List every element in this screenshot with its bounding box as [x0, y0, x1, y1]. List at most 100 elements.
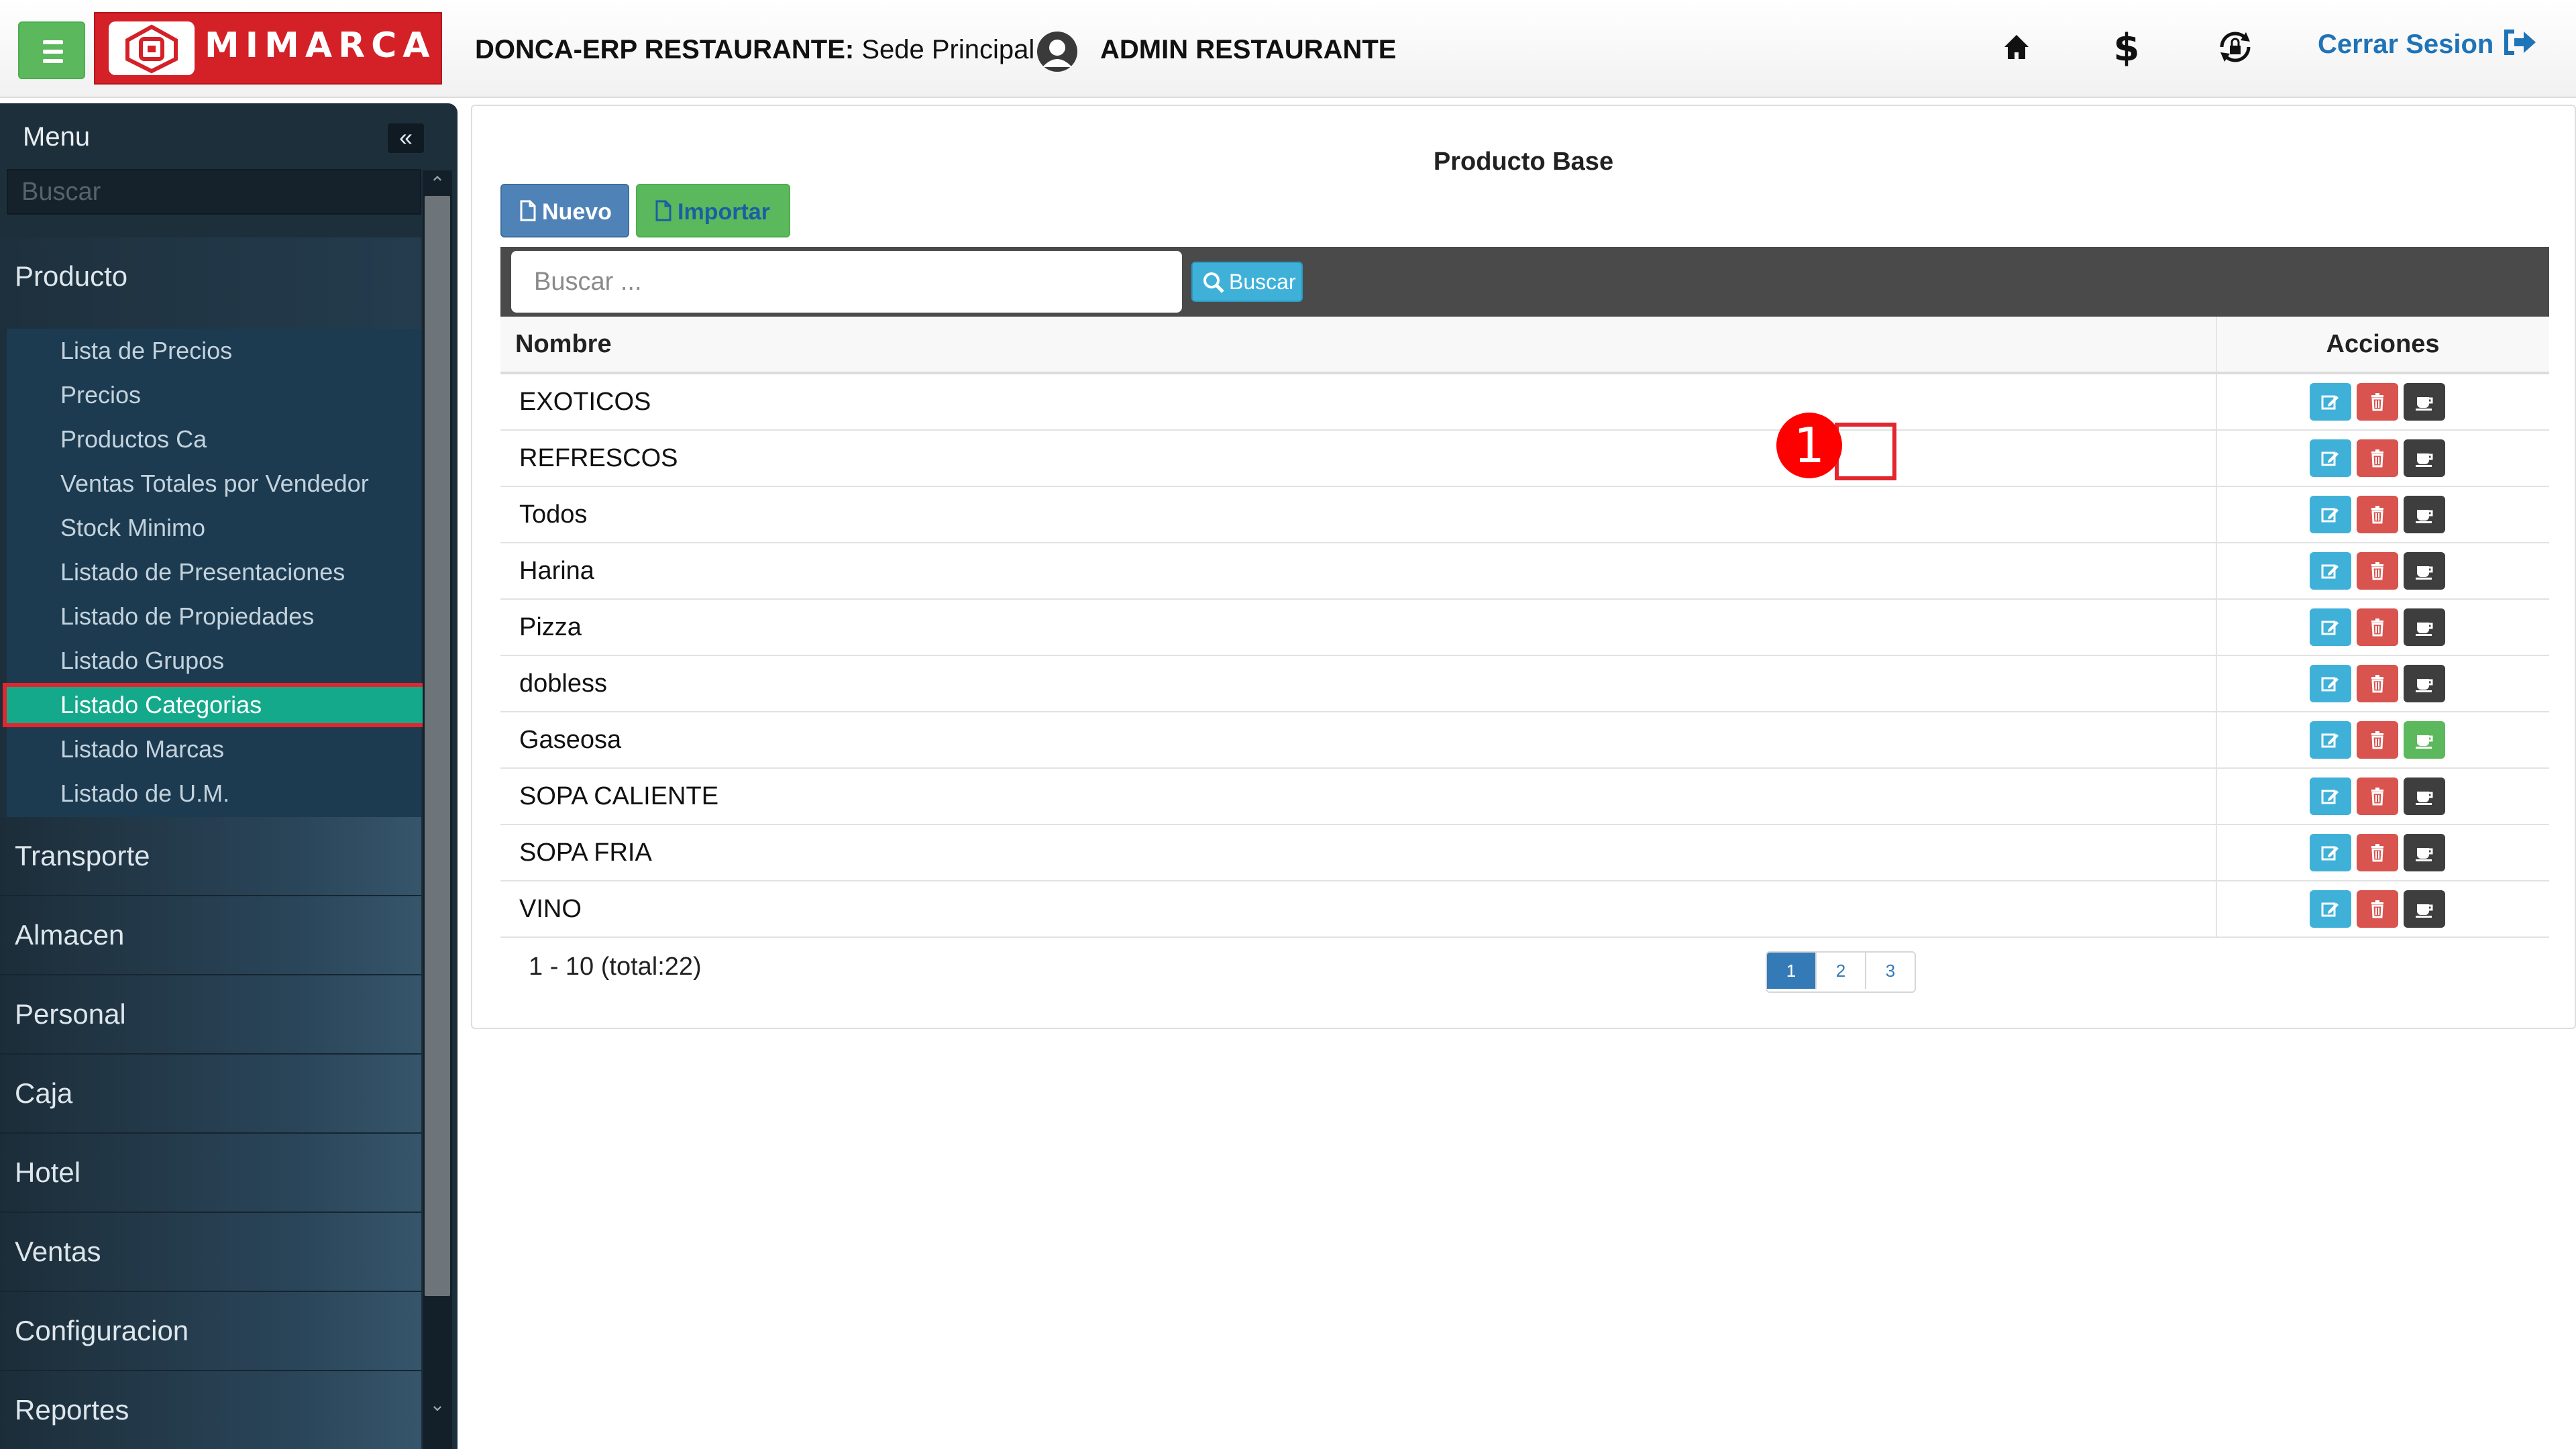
import-button-label: Importar	[678, 199, 770, 225]
delete-button[interactable]	[2357, 439, 2398, 477]
search-input[interactable]: Buscar ...	[511, 251, 1182, 313]
file-icon	[655, 200, 672, 221]
sidebar-section-personal[interactable]: Personal	[0, 975, 421, 1055]
scroll-down-icon[interactable]: ⌄	[423, 1391, 452, 1418]
cup-button[interactable]	[2404, 383, 2445, 421]
sidebar-section-transporte[interactable]: Transporte	[0, 817, 421, 897]
submenu-item-um[interactable]: Listado de U.M.	[7, 771, 421, 816]
table-row: VINO	[500, 881, 2549, 938]
submenu-item-marcas[interactable]: Listado Marcas	[7, 727, 421, 771]
new-button-label: Nuevo	[542, 199, 612, 225]
submenu-item-precios[interactable]: Precios	[7, 373, 421, 417]
submenu-item-propiedades[interactable]: Listado de Propiedades	[7, 594, 421, 639]
submenu-item-lista-precios[interactable]: Lista de Precios	[7, 329, 421, 373]
chevron-double-left-icon[interactable]: «	[388, 123, 424, 153]
logout-label: Cerrar Sesion	[2318, 30, 2494, 59]
sidebar-section-hotel[interactable]: Hotel	[0, 1134, 421, 1214]
hamburger-menu-button[interactable]	[18, 21, 85, 79]
logout-icon	[2504, 30, 2536, 55]
table-row: Pizza	[500, 599, 2549, 656]
sidebar-section-label: Producto	[15, 260, 128, 292]
cup-button[interactable]	[2404, 496, 2445, 533]
submenu-item-categorias[interactable]: Listado Categorias	[3, 683, 429, 727]
import-button[interactable]: Importar	[636, 184, 790, 237]
delete-button[interactable]	[2357, 777, 2398, 815]
new-button[interactable]: Nuevo	[500, 184, 629, 237]
row-name-cell: Pizza	[500, 599, 2217, 656]
column-header-nombre[interactable]: Nombre	[500, 317, 2217, 374]
sidebar-section-caja[interactable]: Caja	[0, 1055, 421, 1134]
page-2-button[interactable]: 2	[1815, 953, 1865, 989]
hamburger-icon-bar	[43, 50, 63, 54]
delete-button[interactable]	[2357, 496, 2398, 533]
main-panel: Producto Base Nuevo Importar Buscar ... …	[471, 105, 2576, 1029]
delete-button[interactable]	[2357, 552, 2398, 590]
avatar-icon[interactable]	[1030, 31, 1084, 72]
submenu-item-presentaciones[interactable]: Listado de Presentaciones	[7, 550, 421, 594]
sidebar-section-almacen[interactable]: Almacen	[0, 896, 421, 976]
sidebar-section-configuracion[interactable]: Configuracion	[0, 1292, 421, 1372]
edit-button[interactable]	[2310, 608, 2351, 646]
menu-title: Menu	[23, 122, 91, 152]
submenu-item-ventas-totales[interactable]: Ventas Totales por Vendedor	[7, 462, 421, 506]
edit-button[interactable]	[2310, 890, 2351, 928]
submenu-item-stock-minimo[interactable]: Stock Minimo	[7, 506, 421, 550]
search-icon	[1203, 272, 1224, 293]
table-header-row: Nombre Acciones	[500, 317, 2549, 374]
cup-button[interactable]	[2404, 552, 2445, 590]
sidebar-section-label: Caja	[15, 1077, 73, 1109]
search-button[interactable]: Buscar	[1191, 262, 1303, 302]
edit-button[interactable]	[2310, 777, 2351, 815]
delete-button[interactable]	[2357, 608, 2398, 646]
cup-button[interactable]	[2404, 721, 2445, 759]
page-3-button[interactable]: 3	[1865, 953, 1915, 989]
table-row: Todos	[500, 486, 2549, 543]
hamburger-icon-bar	[43, 59, 63, 63]
sidebar-search-input[interactable]: Buscar	[7, 169, 421, 215]
cup-button[interactable]	[2404, 665, 2445, 702]
row-actions-cell	[2216, 373, 2549, 431]
dollar-icon[interactable]: $	[2106, 26, 2147, 70]
row-name-cell: SOPA FRIA	[500, 824, 2217, 881]
cup-button[interactable]	[2404, 890, 2445, 928]
home-icon[interactable]	[1996, 27, 2037, 67]
sidebar-section-reportes[interactable]: Reportes	[0, 1371, 421, 1449]
edit-button[interactable]	[2310, 834, 2351, 871]
edit-button[interactable]	[2310, 383, 2351, 421]
edit-button[interactable]	[2310, 439, 2351, 477]
submenu-item-grupos[interactable]: Listado Grupos	[7, 639, 421, 683]
cup-button[interactable]	[2404, 777, 2445, 815]
cup-button[interactable]	[2404, 834, 2445, 871]
table-row: SOPA FRIA	[500, 824, 2549, 881]
edit-button[interactable]	[2310, 721, 2351, 759]
page-1-button[interactable]: 1	[1767, 953, 1815, 989]
sidebar-scroll-thumb[interactable]	[425, 196, 450, 1296]
logo-mark-icon	[109, 21, 195, 75]
table-row: SOPA CALIENTE	[500, 768, 2549, 825]
scroll-up-icon[interactable]: ⌃	[423, 170, 452, 197]
delete-button[interactable]	[2357, 890, 2398, 928]
delete-button[interactable]	[2357, 383, 2398, 421]
row-name-cell: Todos	[500, 486, 2217, 543]
sidebar-section-ventas[interactable]: Ventas	[0, 1213, 421, 1293]
table-row: dobless	[500, 655, 2549, 712]
edit-button[interactable]	[2310, 552, 2351, 590]
brand-logo[interactable]: MIMARCA	[94, 12, 442, 85]
edit-button[interactable]	[2310, 496, 2351, 533]
submenu-item-productos-ca[interactable]: Productos Ca	[7, 417, 421, 462]
pagination-range: 1 - 10 (total:22)	[529, 953, 702, 981]
row-name-cell: EXOTICOS	[500, 373, 2217, 431]
delete-button[interactable]	[2357, 721, 2398, 759]
logout-link[interactable]: Cerrar Sesion	[2318, 25, 2537, 63]
edit-button[interactable]	[2310, 665, 2351, 702]
cup-button[interactable]	[2404, 608, 2445, 646]
delete-button[interactable]	[2357, 665, 2398, 702]
sidebar: Menu « Buscar Producto Lista de Precios …	[0, 103, 458, 1449]
sidebar-section-label: Reportes	[15, 1394, 129, 1426]
cup-button[interactable]	[2404, 439, 2445, 477]
lock-refresh-icon[interactable]	[2215, 27, 2255, 67]
sidebar-section-producto[interactable]: Producto	[0, 237, 421, 329]
logo-text: MIMARCA	[205, 25, 436, 66]
delete-button[interactable]	[2357, 834, 2398, 871]
hamburger-icon	[43, 40, 63, 44]
